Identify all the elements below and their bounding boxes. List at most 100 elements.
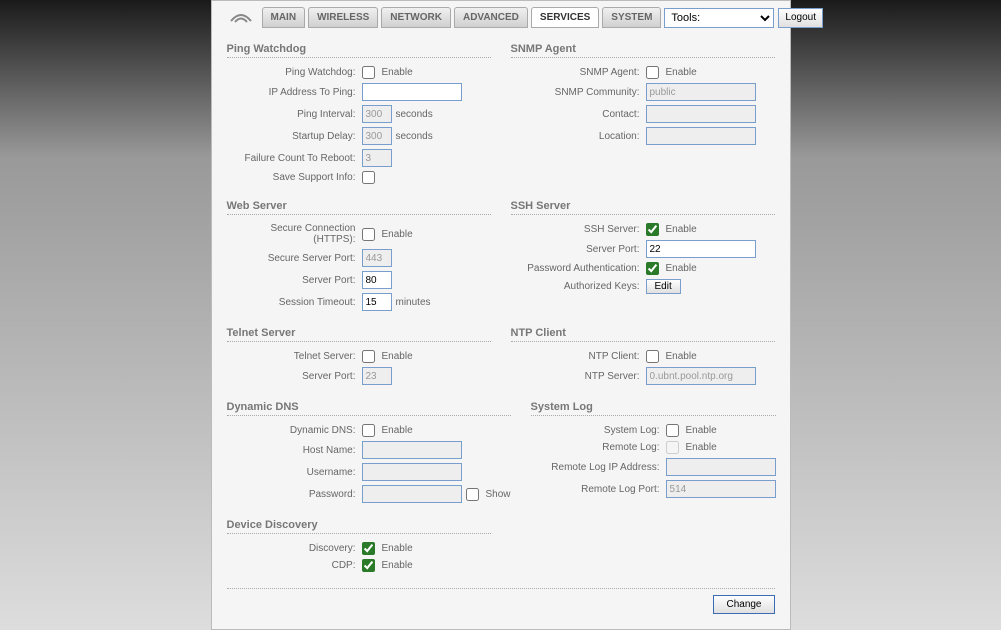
syslog-port-label: Remote Log Port:: [531, 484, 666, 495]
web-timeout-label: Session Timeout:: [227, 297, 362, 308]
syslog-ip-label: Remote Log IP Address:: [531, 462, 666, 473]
ping-interval-input[interactable]: [362, 105, 392, 123]
ping-failcount-label: Failure Count To Reboot:: [227, 153, 362, 164]
cdp-enable-text: Enable: [382, 560, 413, 571]
syslog-ip-input[interactable]: [666, 458, 776, 476]
snmp-location-input[interactable]: [646, 127, 756, 145]
ddns-user-label: Username:: [227, 467, 362, 478]
web-https-text: Enable: [382, 229, 413, 240]
tools-select[interactable]: Tools:: [664, 8, 774, 28]
web-title: Web Server: [227, 196, 491, 215]
ddns-pass-label: Password:: [227, 489, 362, 500]
ddns-pass-input[interactable]: [362, 485, 462, 503]
cdp-enable-checkbox[interactable]: [362, 559, 375, 572]
ddns-title: Dynamic DNS: [227, 397, 511, 416]
ddns-enable-label: Dynamic DNS:: [227, 425, 362, 436]
row-ping-snmp: Ping Watchdog Ping Watchdog:Enable IP Ad…: [227, 39, 775, 188]
snmp-title: SNMP Agent: [511, 39, 775, 58]
tab-system[interactable]: SYSTEM: [602, 7, 661, 28]
tab-main[interactable]: MAIN: [262, 7, 306, 28]
row-ddns-syslog: Dynamic DNS Dynamic DNS:Enable Host Name…: [227, 397, 775, 507]
ddns-host-input[interactable]: [362, 441, 462, 459]
telnet-port-input[interactable]: [362, 367, 392, 385]
section-ping-watchdog: Ping Watchdog Ping Watchdog:Enable IP Ad…: [227, 39, 491, 188]
tab-wireless[interactable]: WIRELESS: [308, 7, 378, 28]
tab-network[interactable]: NETWORK: [381, 7, 451, 28]
ping-interval-label: Ping Interval:: [227, 109, 362, 120]
web-timeout-input[interactable]: [362, 293, 392, 311]
ssh-port-input[interactable]: [646, 240, 756, 258]
snmp-location-label: Location:: [511, 131, 646, 142]
ssh-keys-edit-button[interactable]: Edit: [646, 279, 681, 294]
web-https-checkbox[interactable]: [362, 228, 375, 241]
discovery-enable-text: Enable: [382, 543, 413, 554]
web-port-input[interactable]: [362, 271, 392, 289]
telnet-enable-checkbox[interactable]: [362, 350, 375, 363]
ssh-pwauth-label: Password Authentication:: [511, 263, 646, 274]
section-webserver: Web Server Secure Connection (HTTPS): Ena…: [227, 196, 491, 315]
discovery-enable-label: Discovery:: [227, 543, 362, 554]
ping-title: Ping Watchdog: [227, 39, 491, 58]
cdp-enable-label: CDP:: [227, 560, 362, 571]
discovery-enable-checkbox[interactable]: [362, 542, 375, 555]
ssh-enable-label: SSH Server:: [511, 224, 646, 235]
main-container: MAIN WIRELESS NETWORK ADVANCED SERVICES …: [211, 0, 791, 630]
section-ssh: SSH Server SSH Server:Enable Server Port…: [511, 196, 775, 315]
section-empty: [511, 515, 775, 576]
snmp-enable-checkbox[interactable]: [646, 66, 659, 79]
syslog-port-input[interactable]: [666, 480, 776, 498]
snmp-enable-label: SNMP Agent:: [511, 67, 646, 78]
web-secureport-label: Secure Server Port:: [227, 253, 362, 264]
ntp-enable-label: NTP Client:: [511, 351, 646, 362]
snmp-community-input[interactable]: [646, 83, 756, 101]
ping-enable-label: Ping Watchdog:: [227, 67, 362, 78]
syslog-remote-text: Enable: [686, 442, 717, 453]
ping-failcount-input[interactable]: [362, 149, 392, 167]
tab-services[interactable]: SERVICES: [531, 7, 599, 28]
ping-startup-label: Startup Delay:: [227, 131, 362, 142]
syslog-remote-checkbox[interactable]: [666, 441, 679, 454]
section-telnet: Telnet Server Telnet Server:Enable Serve…: [227, 323, 491, 389]
web-port-label: Server Port:: [227, 275, 362, 286]
syslog-remote-label: Remote Log:: [531, 442, 666, 453]
ntp-server-input[interactable]: [646, 367, 756, 385]
snmp-community-label: SNMP Community:: [511, 87, 646, 98]
tools-area: Tools: Logout: [664, 8, 823, 28]
logout-button[interactable]: Logout: [778, 8, 823, 28]
ping-interval-unit: seconds: [396, 109, 433, 120]
discovery-title: Device Discovery: [227, 515, 491, 534]
snmp-enable-text: Enable: [666, 67, 697, 78]
ping-startup-input[interactable]: [362, 127, 392, 145]
topbar: MAIN WIRELESS NETWORK ADVANCED SERVICES …: [227, 1, 775, 31]
syslog-enable-label: System Log:: [531, 425, 666, 436]
ddns-show-checkbox[interactable]: [466, 488, 479, 501]
ntp-server-label: NTP Server:: [511, 371, 646, 382]
syslog-enable-text: Enable: [686, 425, 717, 436]
ping-save-label: Save Support Info:: [227, 172, 362, 183]
ntp-enable-text: Enable: [666, 351, 697, 362]
ping-enable-checkbox[interactable]: [362, 66, 375, 79]
web-timeout-unit: minutes: [396, 297, 431, 308]
ping-ip-input[interactable]: [362, 83, 462, 101]
change-button[interactable]: Change: [713, 595, 774, 614]
web-secureport-input[interactable]: [362, 249, 392, 267]
ssh-enable-checkbox[interactable]: [646, 223, 659, 236]
ntp-enable-checkbox[interactable]: [646, 350, 659, 363]
web-https-label: Secure Connection (HTTPS):: [227, 223, 362, 245]
ssh-keys-label: Authorized Keys:: [511, 281, 646, 292]
snmp-contact-input[interactable]: [646, 105, 756, 123]
ddns-show-text: Show: [486, 489, 511, 500]
syslog-enable-checkbox[interactable]: [666, 424, 679, 437]
ssh-pwauth-checkbox[interactable]: [646, 262, 659, 275]
section-ntp: NTP Client NTP Client:Enable NTP Server:: [511, 323, 775, 389]
tab-advanced[interactable]: ADVANCED: [454, 7, 528, 28]
section-ddns: Dynamic DNS Dynamic DNS:Enable Host Name…: [227, 397, 511, 507]
row-telnet-ntp: Telnet Server Telnet Server:Enable Serve…: [227, 323, 775, 389]
brand-logo-icon: [227, 8, 255, 28]
ssh-title: SSH Server: [511, 196, 775, 215]
section-syslog: System Log System Log:Enable Remote Log:…: [531, 397, 776, 507]
ddns-enable-checkbox[interactable]: [362, 424, 375, 437]
row-discovery: Device Discovery Discovery: Enable CDP: En…: [227, 515, 775, 576]
ddns-user-input[interactable]: [362, 463, 462, 481]
ping-save-checkbox[interactable]: [362, 171, 375, 184]
